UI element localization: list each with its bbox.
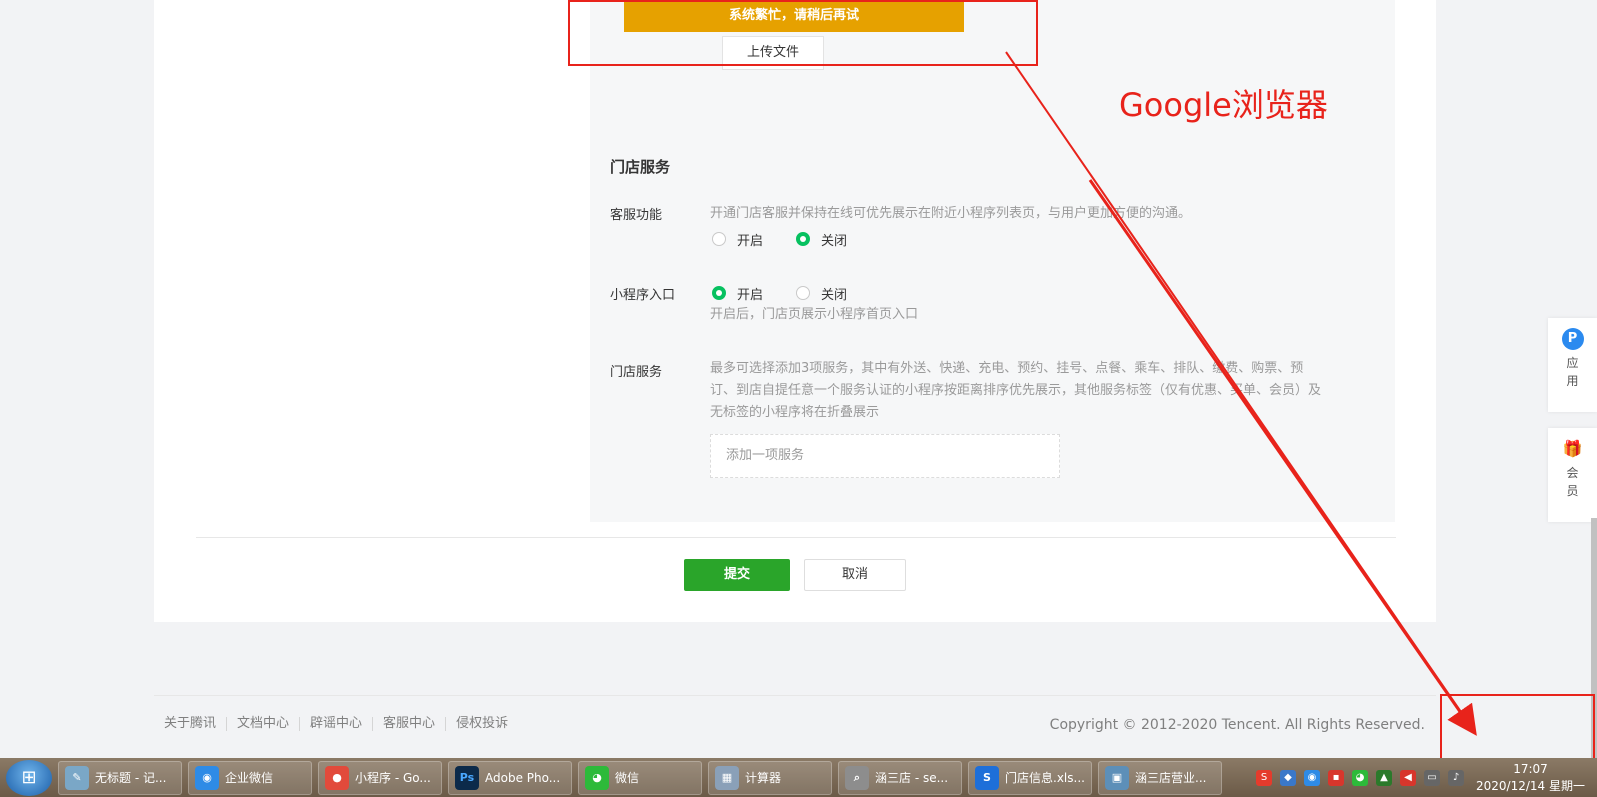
photoshop-icon: Ps	[455, 765, 479, 790]
taskbar-item-label: Adobe Pho...	[485, 770, 561, 785]
system-clock[interactable]: 17:07 2020/12/14 星期一	[1476, 761, 1585, 795]
taskbar-item-wecom[interactable]: ◉ 企业微信	[188, 760, 312, 795]
taskbar-item-label: 涵三店 - se...	[875, 771, 949, 785]
wechat-icon: ◕	[585, 765, 609, 790]
windows-start-icon[interactable]: ⊞	[6, 759, 52, 796]
wechat-tray-icon[interactable]: ◕	[1352, 769, 1369, 786]
sogou-icon[interactable]: S	[1256, 769, 1273, 786]
spreadsheet-icon: S	[975, 765, 999, 790]
taskbar-item-label: 小程序 - Go...	[355, 771, 431, 785]
taskbar-item-image[interactable]: ▣ 涵三店营业...	[1098, 760, 1222, 795]
volume-icon[interactable]: ♪	[1448, 769, 1465, 786]
annotation-arrow-main	[1088, 179, 1477, 736]
taskbar-item-photoshop[interactable]: Ps Adobe Pho...	[448, 760, 572, 795]
system-tray: S ◆ ◉ ▪ ◕ ▲ ◀ ▭ ♪ 17:07 2020/12/14 星期一	[1252, 758, 1597, 797]
wecom-tray-icon[interactable]: ◉	[1304, 769, 1321, 786]
antivirus-icon[interactable]: ◀	[1400, 769, 1417, 786]
taskbar: ⊞ ✎ 无标题 - 记... ◉ 企业微信 ● 小程序 - Go... Ps A…	[0, 758, 1597, 797]
taskbar-item-notepad[interactable]: ✎ 无标题 - 记...	[58, 760, 182, 795]
taskbar-item-spreadsheet[interactable]: S 门店信息.xls...	[968, 760, 1092, 795]
taskbar-item-label: 门店信息.xls...	[1005, 771, 1085, 785]
annotation-arrow	[1005, 51, 1477, 736]
nvidia-icon[interactable]: ▲	[1376, 769, 1393, 786]
search-icon: ⌕	[845, 765, 869, 790]
clock-date: 2020/12/14 星期一	[1476, 778, 1585, 793]
taskbar-item-label: 计算器	[745, 771, 782, 785]
taskbar-item-label: 涵三店营业...	[1135, 771, 1207, 785]
clock-time: 17:07	[1513, 761, 1548, 776]
wecom-icon: ◉	[195, 765, 219, 790]
network-drive-icon[interactable]: ◆	[1280, 769, 1297, 786]
taskbar-item-search[interactable]: ⌕ 涵三店 - se...	[838, 760, 962, 795]
image-icon: ▣	[1105, 765, 1129, 790]
taskbar-item-label: 企业微信	[225, 771, 274, 785]
calculator-icon: ▦	[715, 765, 739, 790]
taskbar-item-wechat[interactable]: ◕ 微信	[578, 760, 702, 795]
taskbar-item-label: 无标题 - 记...	[95, 771, 167, 785]
taskbar-item-label: 微信	[615, 771, 640, 785]
notepad-icon: ✎	[65, 765, 89, 790]
app-tray-icon[interactable]: ▪	[1328, 769, 1345, 786]
taskbar-item-chrome[interactable]: ● 小程序 - Go...	[318, 760, 442, 795]
taskbar-item-calculator[interactable]: ▦ 计算器	[708, 760, 832, 795]
network-icon[interactable]: ▭	[1424, 769, 1441, 786]
chrome-icon: ●	[325, 765, 349, 790]
